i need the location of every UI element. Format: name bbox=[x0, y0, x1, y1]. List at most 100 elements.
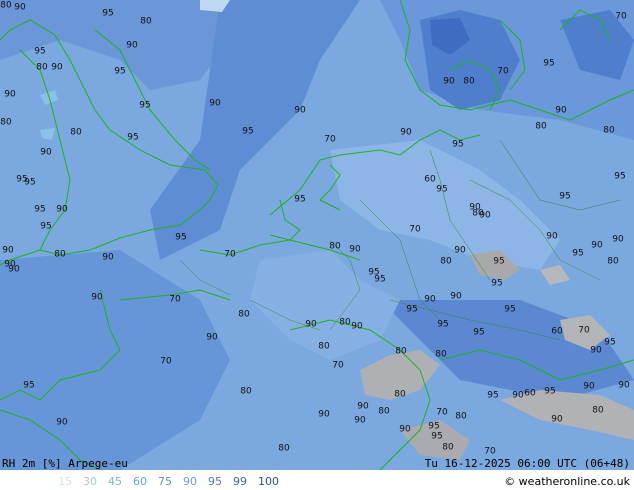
contour-label: 80 bbox=[140, 16, 152, 27]
contour-label: 90 bbox=[555, 105, 567, 116]
legend-value: 100 bbox=[258, 475, 279, 488]
contour-label: 90 bbox=[206, 332, 218, 343]
contour-label: 90 bbox=[454, 245, 466, 256]
contour-label: 90 bbox=[318, 409, 330, 420]
legend-value: 45 bbox=[108, 475, 122, 488]
contour-label: 90 bbox=[56, 204, 68, 215]
contour-label: 90 bbox=[51, 62, 63, 73]
contour-label: 80 bbox=[0, 0, 12, 11]
contour-label: 90 bbox=[14, 2, 26, 13]
contour-label: 80 bbox=[535, 121, 547, 132]
contour-label: 90 bbox=[591, 240, 603, 251]
contour-label: 95 bbox=[473, 327, 485, 338]
contour-label: 80 bbox=[442, 442, 454, 453]
contour-label: 80 bbox=[238, 309, 250, 320]
contour-label: 95 bbox=[428, 421, 440, 432]
contour-label: 90 bbox=[126, 40, 138, 51]
contour-label: 90 bbox=[294, 105, 306, 116]
contour-label: 95 bbox=[544, 386, 556, 397]
contour-label: 95 bbox=[139, 100, 151, 111]
contour-label: 70 bbox=[484, 446, 496, 457]
contour-label: 95 bbox=[294, 194, 306, 205]
contour-label: 90 bbox=[351, 321, 363, 332]
contour-label: 80 bbox=[603, 125, 615, 136]
valid-time: Tu 16-12-2025 06:00 UTC (06+48) bbox=[424, 457, 630, 470]
contour-label: 95 bbox=[614, 171, 626, 182]
contour-label: 90 bbox=[590, 345, 602, 356]
contour-label: 80 bbox=[440, 256, 452, 267]
contour-label: 95 bbox=[604, 337, 616, 348]
legend-value: 60 bbox=[133, 475, 147, 488]
legend-value: 30 bbox=[83, 475, 97, 488]
contour-label: 70 bbox=[497, 66, 509, 77]
contour-label: 95 bbox=[491, 278, 503, 289]
contour-label: 80 bbox=[329, 241, 341, 252]
contour-label: 80 bbox=[0, 117, 12, 128]
copyright: © weatheronline.co.uk bbox=[504, 475, 630, 488]
contour-label: 90 bbox=[354, 415, 366, 426]
contour-label: 90 bbox=[91, 292, 103, 303]
contour-label: 95 bbox=[16, 174, 28, 185]
contour-label: 80 bbox=[435, 349, 447, 360]
contour-label: 80 bbox=[36, 62, 48, 73]
contour-label: 90 bbox=[4, 89, 16, 100]
contour-label: 90 bbox=[400, 127, 412, 138]
contour-label: 70 bbox=[436, 407, 448, 418]
contour-label: 80 bbox=[455, 411, 467, 422]
contour-label: 95 bbox=[127, 132, 139, 143]
contour-label: 95 bbox=[436, 184, 448, 195]
contour-label: 90 bbox=[56, 417, 68, 428]
contour-label: 80 bbox=[54, 249, 66, 260]
contour-label: 95 bbox=[102, 8, 114, 19]
rh-map: 80 95 80 95 90 80 90 95 90 95 80 80 90 95 90 95 90 95 90 95… bbox=[0, 0, 634, 470]
contour-label: 90 bbox=[546, 231, 558, 242]
contour-label: 95 bbox=[114, 66, 126, 77]
contour-label: 80 bbox=[240, 386, 252, 397]
contour-label: 95 bbox=[242, 126, 254, 137]
contour-label: 95 bbox=[406, 304, 418, 315]
contour-label: 90 bbox=[443, 76, 455, 87]
contour-label: 95 bbox=[40, 221, 52, 232]
contour-label: 95 bbox=[34, 204, 46, 215]
contour-label: 80 bbox=[394, 389, 406, 400]
contour-label: 95 bbox=[452, 139, 464, 150]
contour-label: 60 bbox=[551, 326, 563, 337]
legend: 15 30 45 60 75 90 95 99 100 bbox=[58, 475, 279, 488]
contour-label: 95 bbox=[175, 232, 187, 243]
legend-value: 90 bbox=[183, 475, 197, 488]
contour-label: 90 bbox=[512, 390, 524, 401]
contour-label: 90 bbox=[2, 245, 14, 256]
contour-label: 95 bbox=[493, 256, 505, 267]
contour-label: 70 bbox=[578, 325, 590, 336]
contour-label: 80 bbox=[607, 256, 619, 267]
contour-label: 90 bbox=[450, 291, 462, 302]
contour-label: 90 bbox=[305, 319, 317, 330]
contour-label: 80 bbox=[339, 317, 351, 328]
contour-label: 90 bbox=[40, 147, 52, 158]
contour-label: 60 bbox=[424, 174, 436, 185]
contour-label: 70 bbox=[224, 249, 236, 260]
contour-label: 90 bbox=[102, 252, 114, 263]
contour-label: 95 bbox=[543, 58, 555, 69]
contour-label: 80 bbox=[70, 127, 82, 138]
legend-value: 75 bbox=[158, 475, 172, 488]
legend-value: 99 bbox=[233, 475, 247, 488]
contour-label: 90 bbox=[583, 381, 595, 392]
product-title: RH 2m [%] Arpege-eu bbox=[2, 457, 128, 470]
contour-label: 90 bbox=[8, 264, 20, 275]
contour-label: 70 bbox=[160, 356, 172, 367]
contour-label: 95 bbox=[504, 304, 516, 315]
contour-label: 70 bbox=[169, 294, 181, 305]
contour-label: 90 bbox=[424, 294, 436, 305]
contour-label: 90 bbox=[469, 202, 481, 213]
contour-label: 95 bbox=[572, 248, 584, 259]
contour-label: 60 bbox=[524, 388, 536, 399]
contour-label: 80 bbox=[463, 76, 475, 87]
contour-label: 95 bbox=[374, 274, 386, 285]
contour-label: 90 bbox=[618, 380, 630, 391]
contour-label: 90 bbox=[612, 234, 624, 245]
contour-label: 70 bbox=[332, 360, 344, 371]
contour-label: 95 bbox=[487, 390, 499, 401]
legend-value: 15 bbox=[58, 475, 72, 488]
footer-legend-row: 15 30 45 60 75 90 95 99 100 © weatheronline.co.u… bbox=[0, 470, 634, 490]
